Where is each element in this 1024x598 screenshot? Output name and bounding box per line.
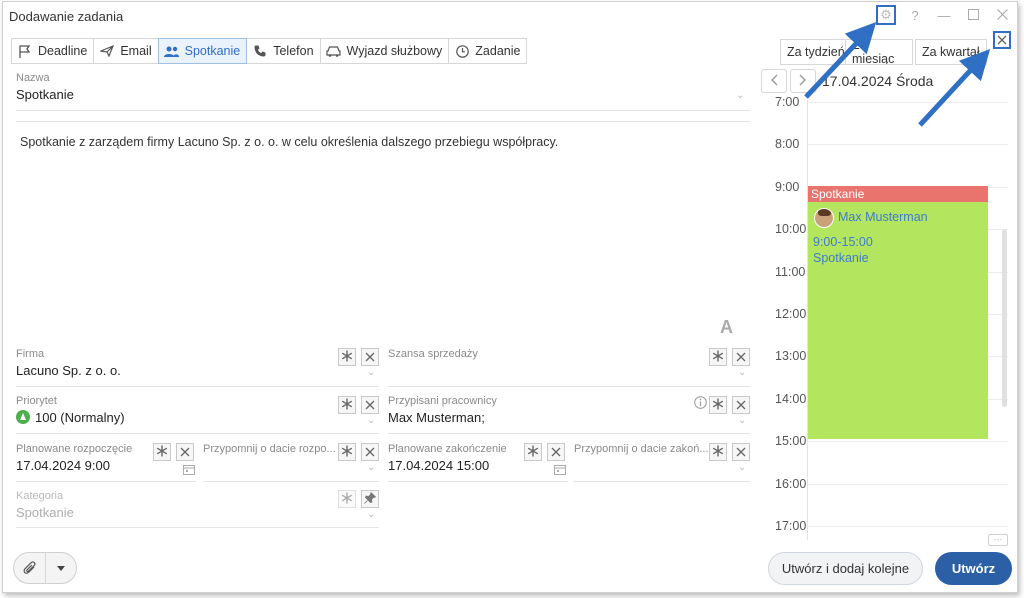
tab-spotkanie[interactable]: Spotkanie	[157, 38, 248, 64]
people-icon	[164, 44, 180, 58]
arrow-to-close-panel	[918, 48, 991, 127]
annotation-arrows	[804, 22, 991, 127]
tab-label: Spotkanie	[184, 44, 241, 58]
arrow-to-settings	[804, 22, 877, 99]
